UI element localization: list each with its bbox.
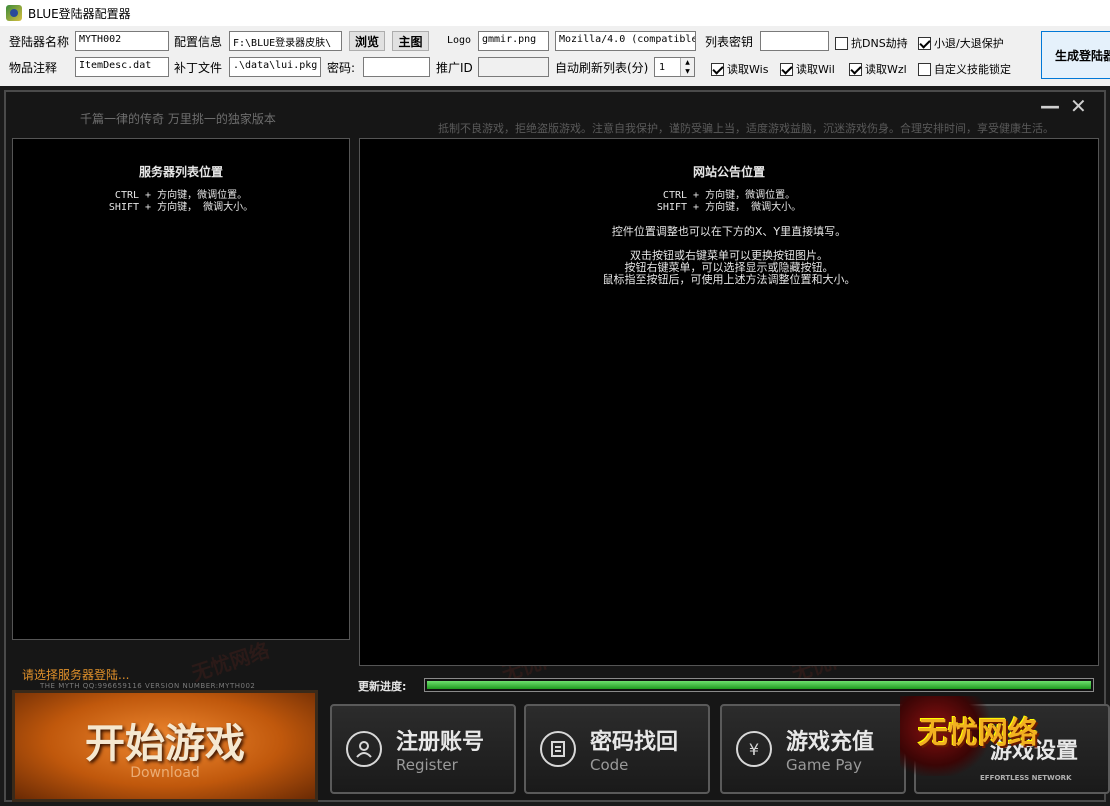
slogan: 千篇一律的传奇 万里挑一的独家版本 (80, 112, 276, 126)
update-progress-bar (424, 678, 1094, 692)
promo-id-label: 推广ID (436, 61, 473, 75)
refresh-interval-value[interactable]: 1 (655, 62, 680, 73)
document-icon (540, 731, 576, 767)
read-wzl-box[interactable] (849, 62, 862, 76)
app-icon (6, 5, 22, 21)
recharge-button[interactable]: ¥ 游戏充值 Game Pay (720, 704, 906, 794)
custom-skill-label: 自定义技能锁定 (934, 63, 1011, 76)
recharge-sublabel: Game Pay (786, 756, 862, 774)
website-notice-title: 网站公告位置 (692, 165, 765, 179)
refresh-interval-label: 自动刷新列表(分) (555, 61, 649, 75)
item-note-label: 物品注释 (9, 61, 58, 75)
launcher-skin-preview: 无忧网络 无忧网络 无忧网络 无忧网络 无忧网络 无忧网络 无忧网络 无忧网络 … (0, 86, 1110, 806)
select-server-prompt: 请选择服务器登陆... (22, 668, 130, 682)
website-notice-hint-6: 鼠标指至按钮后，可使用上述方法调整位置和大小。 (602, 273, 856, 286)
read-wis-checkbox[interactable]: 读取Wis (711, 61, 768, 77)
yen-icon: ¥ (736, 731, 772, 767)
password-input[interactable] (363, 57, 430, 77)
password-label: 密码: (327, 61, 356, 75)
patch-file-input[interactable]: .\data\lui.pkg (229, 57, 321, 77)
quit-protect-box[interactable] (918, 36, 931, 50)
title-bar: BLUE登陆器配置器 (0, 0, 1110, 26)
server-list-hint-2: SHIFT + 方向键， 微调大小。 (108, 202, 254, 213)
logo-label: Logo (447, 35, 472, 46)
patch-file-label: 补丁文件 (174, 61, 223, 75)
website-notice-hint-1: CTRL + 方向键，微调位置。 (662, 190, 796, 201)
recover-password-sublabel: Code (590, 756, 629, 774)
read-wil-label: 读取Wil (796, 63, 835, 76)
window-title: BLUE登陆器配置器 (28, 6, 131, 21)
website-notice-panel[interactable]: 网站公告位置 CTRL + 方向键，微调位置。 SHIFT + 方向键， 微调大… (359, 138, 1099, 666)
start-game-label: 开始游戏 (85, 720, 245, 767)
read-wis-label: 读取Wis (727, 63, 769, 76)
server-list-title: 服务器列表位置 (138, 165, 223, 179)
launcher-name-input[interactable]: MYTH002 (75, 31, 169, 51)
minimize-icon[interactable]: — (1040, 94, 1060, 118)
read-wil-checkbox[interactable]: 读取Wil (780, 61, 835, 77)
read-wil-box[interactable] (780, 62, 793, 76)
launcher-name-label: 登陆器名称 (9, 35, 70, 49)
start-game-button[interactable]: 开始游戏 Download (12, 690, 318, 802)
custom-skill-checkbox[interactable]: 自定义技能锁定 (918, 61, 1011, 77)
config-info-input[interactable]: F:\BLUE登录器皮肤\ (229, 31, 342, 51)
config-info-label: 配置信息 (174, 35, 223, 49)
anti-dns-box[interactable] (835, 36, 848, 50)
progress-fill (427, 681, 1091, 689)
brand-sub: EFFORTLESS NETWORK (980, 774, 1072, 782)
refresh-interval-spinner[interactable]: 1 ▲ ▼ (654, 57, 695, 77)
custom-skill-box[interactable] (918, 62, 931, 76)
server-list-panel[interactable]: 服务器列表位置 CTRL + 方向键，微调位置。 SHIFT + 方向键， 微调… (12, 138, 350, 640)
user-agent-input[interactable]: Mozilla/4.0 (compatible (555, 31, 696, 51)
home-image-button[interactable]: 主图 (392, 31, 429, 51)
recharge-label: 游戏充值 (786, 730, 875, 755)
anti-dns-checkbox[interactable]: 抗DNS劫持 (835, 35, 908, 51)
spinner-arrows-icon[interactable]: ▲ ▼ (680, 58, 694, 76)
anti-dns-label: 抗DNS劫持 (851, 37, 908, 50)
read-wzl-label: 读取Wzl (865, 63, 907, 76)
read-wis-box[interactable] (711, 62, 724, 76)
list-key-label: 列表密钥 (705, 35, 754, 49)
register-button[interactable]: 注册账号 Register (330, 704, 516, 794)
start-game-sublabel: Download (130, 765, 200, 781)
promo-id-input[interactable] (478, 57, 549, 77)
version-info: THE MYTH QQ:996659116 VERSION NUMBER:MYT… (40, 682, 256, 690)
website-notice-hint-2: SHIFT + 方向键， 微调大小。 (656, 202, 802, 213)
health-notice: 抵制不良游戏，拒绝盗版游戏。注意自我保护，谨防受骗上当，适度游戏益脑，沉迷游戏伤… (438, 122, 1054, 135)
browse-button[interactable]: 浏览 (349, 31, 385, 51)
user-icon (346, 731, 382, 767)
register-sublabel: Register (396, 756, 458, 774)
register-label: 注册账号 (396, 730, 485, 755)
list-key-input[interactable] (760, 31, 829, 51)
quit-protect-label: 小退/大退保护 (934, 37, 1004, 50)
config-panel: 登陆器名称 MYTH002 配置信息 F:\BLUE登录器皮肤\ 浏览 主图 L… (0, 26, 1110, 86)
item-note-input[interactable]: ItemDesc.dat (75, 57, 169, 77)
logo-input[interactable]: gmmir.png (478, 31, 549, 51)
close-icon[interactable]: ✕ (1070, 94, 1087, 118)
generate-launcher-button[interactable]: 生成登陆器 (1041, 31, 1110, 79)
brand-logo: 无忧网络 (918, 716, 1038, 751)
read-wzl-checkbox[interactable]: 读取Wzl (849, 61, 907, 77)
website-notice-hint-3: 控件位置调整也可以在下方的X、Y里直接填写。 (611, 225, 847, 238)
quit-protect-checkbox[interactable]: 小退/大退保护 (918, 35, 1004, 51)
recover-password-label: 密码找回 (590, 730, 679, 755)
recover-password-button[interactable]: 密码找回 Code (524, 704, 710, 794)
progress-label: 更新进度: (358, 680, 407, 693)
server-list-hint-1: CTRL + 方向键，微调位置。 (114, 190, 248, 201)
